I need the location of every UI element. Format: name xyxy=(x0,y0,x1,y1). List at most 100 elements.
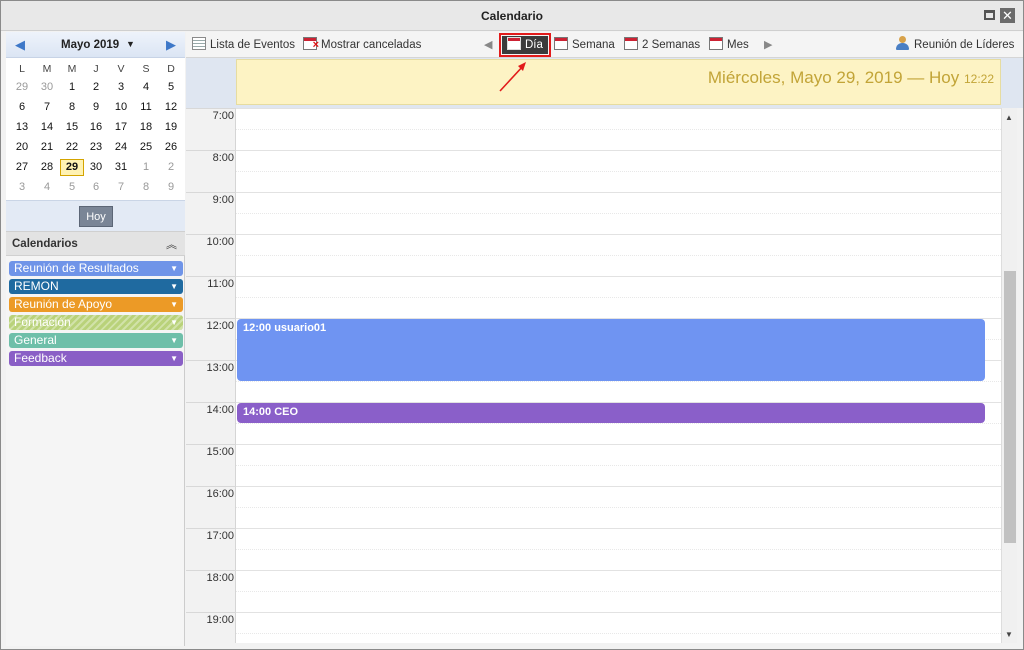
current-time: 12:22 xyxy=(963,72,994,86)
mini-calendar-day[interactable]: 13 xyxy=(10,119,34,136)
list-events-button[interactable]: Lista de Eventos xyxy=(192,36,295,54)
mini-calendar-day[interactable]: 8 xyxy=(60,99,84,116)
mini-calendar-day[interactable]: 30 xyxy=(84,159,108,176)
two-weeks-view-button[interactable]: 2 Semanas xyxy=(624,36,700,54)
prev-month-icon[interactable]: ◀ xyxy=(15,37,25,53)
mini-calendar-day[interactable]: 4 xyxy=(134,79,158,96)
prev-period-button[interactable]: ◀ xyxy=(484,36,492,54)
scroll-up-icon[interactable]: ▲ xyxy=(1005,113,1013,122)
list-events-label: Lista de Eventos xyxy=(210,39,296,51)
mini-calendar-day[interactable]: 19 xyxy=(159,119,183,136)
calendar-item[interactable]: Formación ▼ xyxy=(9,315,183,330)
week-view-button[interactable]: Semana xyxy=(554,36,615,54)
calendar-event[interactable]: 14:00 CEO xyxy=(237,403,985,423)
mini-calendar-day[interactable]: 25 xyxy=(134,139,158,156)
weekday-label: J xyxy=(93,63,99,75)
mini-calendar-day[interactable]: 27 xyxy=(10,159,34,176)
mini-calendar-day[interactable]: 30 xyxy=(35,79,59,96)
day-header[interactable]: Miércoles, Mayo 29, 2019 — Hoy 12:22 xyxy=(236,59,1001,105)
title-bar: Calendario ✕ xyxy=(1,1,1023,31)
mini-calendar-day[interactable]: 1 xyxy=(134,159,158,176)
maximize-button[interactable] xyxy=(984,10,995,20)
user-icon xyxy=(895,36,910,50)
mini-calendar-day[interactable]: 2 xyxy=(84,79,108,96)
mini-calendar-day[interactable]: 11 xyxy=(134,99,158,116)
mini-calendar-day[interactable]: 9 xyxy=(84,99,108,116)
calendar-event[interactable]: 12:00 usuario01 xyxy=(237,319,985,381)
hours-column: 7:00 8:00 9:00 10:00 11:00 12:00 13:00 14:00 15:… xyxy=(186,108,236,643)
mini-calendar-day[interactable]: 20 xyxy=(10,139,34,156)
mini-calendar-day[interactable]: 18 xyxy=(134,119,158,136)
calendar-item-label: Reunión de Apoyo xyxy=(14,297,113,311)
show-cancelled-button[interactable]: Mostrar canceladas xyxy=(303,36,421,54)
hour-line xyxy=(236,570,1001,571)
today-button[interactable]: Hoy xyxy=(79,206,113,227)
mini-calendar-day[interactable]: 31 xyxy=(109,159,133,176)
mini-calendar-day[interactable]: 6 xyxy=(10,99,34,116)
mini-calendar-day[interactable]: 8 xyxy=(134,179,158,196)
leaders-meeting-button[interactable]: Reunión de Líderes xyxy=(895,36,1014,54)
weekday-label: M xyxy=(67,63,77,75)
mini-calendar-day[interactable]: 24 xyxy=(109,139,133,156)
hour-line xyxy=(236,612,1001,613)
chevron-down-icon[interactable]: ▼ xyxy=(170,261,178,276)
hour-label: 8:00 xyxy=(212,152,234,164)
mini-calendar-day[interactable]: 5 xyxy=(60,179,84,196)
mini-calendar-day[interactable]: 23 xyxy=(84,139,108,156)
calendar-item[interactable]: Reunión de Apoyo ▼ xyxy=(9,297,183,312)
mini-calendar-header: ◀ Mayo 2019 ▼ ▶ xyxy=(6,32,185,58)
close-button[interactable]: ✕ xyxy=(1000,8,1015,23)
mini-calendar-day[interactable]: 21 xyxy=(35,139,59,156)
mini-calendar-day[interactable]: 16 xyxy=(84,119,108,136)
arrow-right-icon: ▶ xyxy=(764,39,773,51)
mini-calendar-today[interactable]: 29 xyxy=(60,159,84,176)
mini-calendar-day[interactable]: 10 xyxy=(109,99,133,116)
chevron-down-icon[interactable]: ▼ xyxy=(170,351,178,366)
mini-calendar-day[interactable]: 14 xyxy=(35,119,59,136)
hour-label: 19:00 xyxy=(206,614,234,626)
chevron-down-icon[interactable]: ▼ xyxy=(126,39,135,49)
calendars-title: Calendarios xyxy=(12,238,78,250)
chevron-down-icon[interactable]: ▼ xyxy=(170,333,178,348)
half-hour-line xyxy=(236,591,1001,592)
scroll-down-icon[interactable]: ▼ xyxy=(1005,630,1013,639)
calendar-item[interactable]: General ▼ xyxy=(9,333,183,348)
mini-calendar-day[interactable]: 29 xyxy=(10,79,34,96)
month-view-button[interactable]: Mes xyxy=(709,36,749,54)
next-period-button[interactable]: ▶ xyxy=(764,36,772,54)
mini-calendar-day[interactable]: 9 xyxy=(159,179,183,196)
hour-line xyxy=(236,234,1001,235)
mini-calendar-day[interactable]: 4 xyxy=(35,179,59,196)
mini-calendar-day[interactable]: 28 xyxy=(35,159,59,176)
mini-calendar-month[interactable]: Mayo 2019 xyxy=(61,39,119,51)
mini-calendar-day[interactable]: 7 xyxy=(109,179,133,196)
collapse-icon[interactable]: ︽ xyxy=(166,236,177,252)
mini-calendar-day[interactable]: 22 xyxy=(60,139,84,156)
calendar-item[interactable]: REMON ▼ xyxy=(9,279,183,294)
hour-divider xyxy=(186,108,236,109)
mini-calendar-day[interactable]: 17 xyxy=(109,119,133,136)
mini-calendar-day[interactable]: 26 xyxy=(159,139,183,156)
mini-calendar-day[interactable]: 3 xyxy=(109,79,133,96)
mini-calendar-day[interactable]: 5 xyxy=(159,79,183,96)
mini-calendar-day[interactable]: 15 xyxy=(60,119,84,136)
mini-calendar-day[interactable]: 6 xyxy=(84,179,108,196)
next-month-icon[interactable]: ▶ xyxy=(166,37,176,53)
hour-line xyxy=(236,444,1001,445)
day-time-grid[interactable]: 7:00 8:00 9:00 10:00 11:00 12:00 13:00 14:00 15:… xyxy=(186,108,1001,643)
chevron-down-icon[interactable]: ▼ xyxy=(170,315,178,330)
mini-calendar-day[interactable]: 2 xyxy=(159,159,183,176)
mini-calendar-day[interactable]: 1 xyxy=(60,79,84,96)
chevron-down-icon[interactable]: ▼ xyxy=(170,279,178,294)
calendar-item[interactable]: Feedback ▼ xyxy=(9,351,183,366)
chevron-down-icon[interactable]: ▼ xyxy=(170,297,178,312)
vertical-scrollbar[interactable]: ▲ ▼ xyxy=(1001,108,1017,643)
mini-calendar-day[interactable]: 7 xyxy=(35,99,59,116)
scrollbar-thumb[interactable] xyxy=(1004,271,1016,543)
calendar-item-label: Feedback xyxy=(14,351,67,365)
day-view-button[interactable]: Día xyxy=(499,33,551,57)
calendar-item[interactable]: Reunión de Resultados ▼ xyxy=(9,261,183,276)
mini-calendar-day[interactable]: 12 xyxy=(159,99,183,116)
mini-calendar-day[interactable]: 3 xyxy=(10,179,34,196)
weekday-label: L xyxy=(19,63,25,75)
